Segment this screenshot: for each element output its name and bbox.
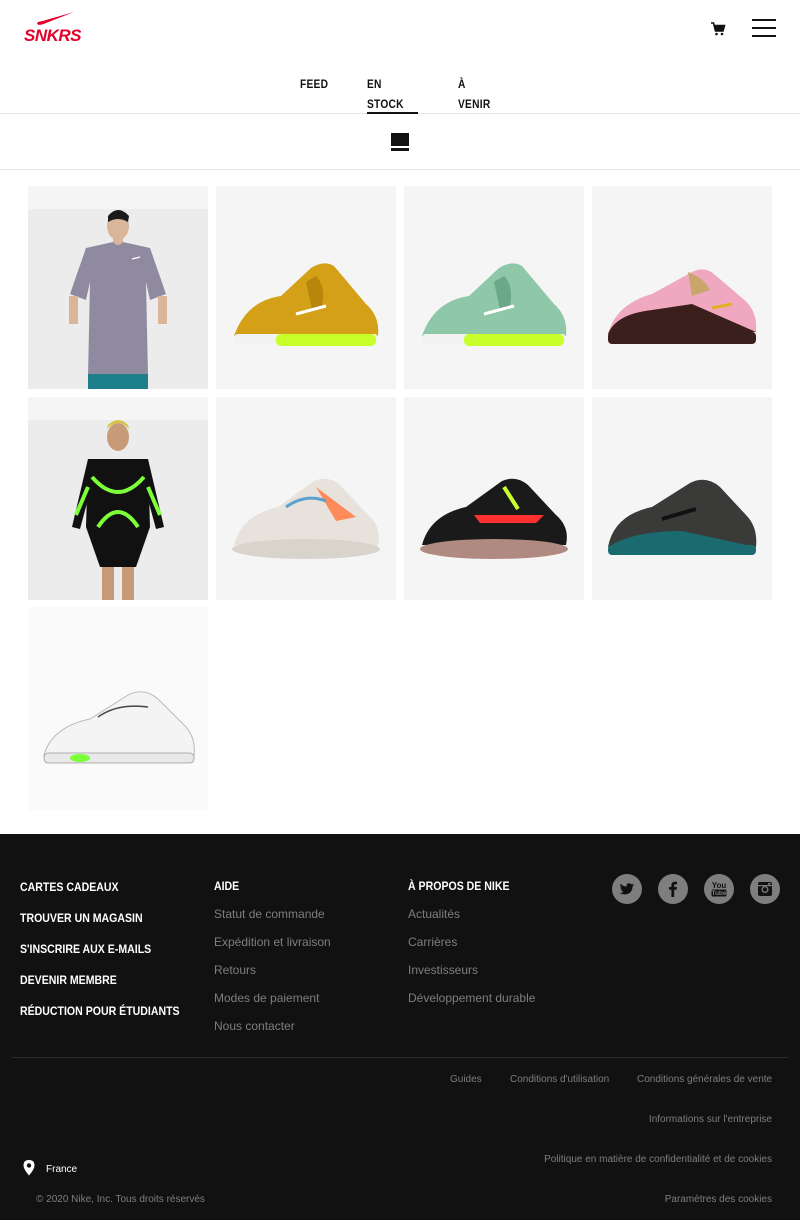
site-header: SNKRS Feed En stock À venir <box>0 0 800 114</box>
shoe-product-image <box>28 607 208 810</box>
twitter-icon[interactable] <box>612 874 642 904</box>
logo-text: SNKRS <box>24 26 82 45</box>
footer-link-sustainability[interactable]: Développement durable <box>408 991 535 1005</box>
shoe-product-image <box>420 478 568 559</box>
bodysuit-product-image <box>28 420 208 600</box>
footer-link-privacy[interactable]: Politique en matière de confidentialité … <box>544 1154 772 1165</box>
youtube-icon[interactable]: You Tube <box>704 874 734 904</box>
footer-primary-links: Cartes cadeaux Trouver un magasin S'insc… <box>20 880 201 1035</box>
product-card[interactable] <box>404 397 584 600</box>
footer-divider <box>12 1057 788 1058</box>
footer-link-careers[interactable]: Carrières <box>408 935 535 949</box>
instagram-icon[interactable] <box>750 874 780 904</box>
product-card[interactable] <box>28 397 208 600</box>
footer-link-find-store[interactable]: Trouver un magasin <box>20 911 180 925</box>
svg-text:Tube: Tube <box>711 890 726 897</box>
copyright-text: © 2020 Nike, Inc. Tous droits réservés <box>36 1194 205 1205</box>
shoe-product-image <box>234 263 379 346</box>
footer-link-shipping[interactable]: Expédition et livraison <box>214 935 331 949</box>
tab-upcoming[interactable]: À venir <box>458 74 501 114</box>
footer-link-terms-of-sale[interactable]: Conditions générales de vente <box>637 1074 772 1085</box>
cart-icon[interactable] <box>710 21 726 37</box>
facebook-icon[interactable] <box>658 874 688 904</box>
hamburger-menu-icon[interactable] <box>752 19 776 39</box>
main-tabs: Feed En stock À venir <box>0 74 800 114</box>
site-footer: Cartes cadeaux Trouver un magasin S'insc… <box>0 834 800 1220</box>
product-card[interactable] <box>592 186 772 389</box>
footer-link-returns[interactable]: Retours <box>214 963 331 977</box>
snkrs-logo[interactable]: SNKRS <box>24 12 82 46</box>
footer-link-email-signup[interactable]: S'inscrire aux e-mails <box>20 942 180 956</box>
footer-link-company-info[interactable]: Informations sur l'entreprise <box>649 1114 772 1125</box>
view-toggle-bar <box>0 114 800 170</box>
footer-link-order-status[interactable]: Statut de commande <box>214 907 331 921</box>
product-card[interactable] <box>28 607 208 810</box>
location-pin-icon <box>23 1160 35 1176</box>
feed-view-icon[interactable] <box>391 133 409 151</box>
footer-link-terms-of-use[interactable]: Conditions d'utilisation <box>510 1074 609 1085</box>
tab-feed[interactable]: Feed <box>300 74 328 114</box>
footer-link-become-member[interactable]: Devenir membre <box>20 973 180 987</box>
footer-help-heading: Aide <box>214 879 240 893</box>
footer-link-gift-cards[interactable]: Cartes cadeaux <box>20 880 180 894</box>
shoe-product-image <box>422 263 567 346</box>
footer-about-heading: À propos de Nike <box>408 879 510 893</box>
tshirt-product-image <box>28 209 208 389</box>
footer-about-column: À propos de Nike Actualités Carrières In… <box>408 879 535 1019</box>
footer-link-student-discount[interactable]: Réduction pour étudiants <box>20 1004 180 1018</box>
footer-link-guides[interactable]: Guides <box>450 1074 482 1085</box>
footer-link-investors[interactable]: Investisseurs <box>408 963 535 977</box>
product-card[interactable] <box>404 186 584 389</box>
footer-link-contact[interactable]: Nous contacter <box>214 1019 331 1033</box>
footer-help-column: Aide Statut de commande Expédition et li… <box>214 879 331 1047</box>
footer-link-payment[interactable]: Modes de paiement <box>214 991 331 1005</box>
footer-link-news[interactable]: Actualités <box>408 907 535 921</box>
location-label: France <box>46 1164 78 1175</box>
product-card[interactable] <box>216 397 396 600</box>
nike-swoosh-icon <box>37 12 74 25</box>
shoe-product-image <box>232 478 380 559</box>
tab-in-stock[interactable]: En stock <box>367 74 418 114</box>
footer-link-cookie-settings[interactable]: Paramètres des cookies <box>665 1194 772 1205</box>
product-card[interactable] <box>216 186 396 389</box>
svg-text:You: You <box>712 881 727 890</box>
shoe-product-image <box>608 269 757 344</box>
product-card[interactable] <box>592 397 772 600</box>
shoe-product-image <box>608 479 757 555</box>
product-card[interactable] <box>28 186 208 389</box>
